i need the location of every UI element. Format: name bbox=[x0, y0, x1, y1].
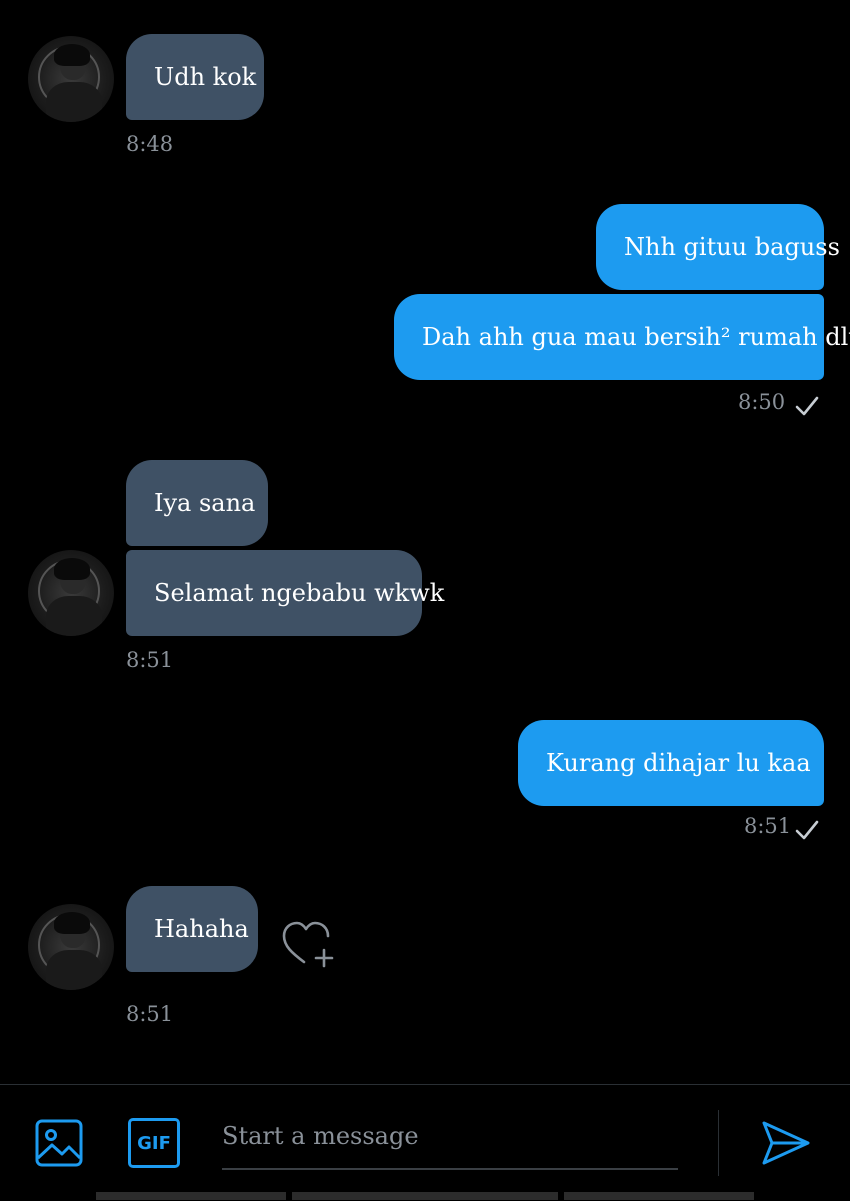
message-bubble-outgoing[interactable]: Kurang dihajar lu kaa bbox=[518, 720, 824, 806]
message-timestamp: 8:51 bbox=[126, 1002, 174, 1026]
checkmark-icon bbox=[795, 396, 819, 416]
checkmark-icon bbox=[795, 820, 819, 840]
message-bubble-incoming[interactable]: Udh kok bbox=[126, 34, 264, 120]
composer-divider bbox=[718, 1110, 719, 1176]
system-nav-bar-segment bbox=[564, 1192, 754, 1200]
message-timestamp: 8:50 bbox=[738, 390, 786, 414]
message-bubble-incoming[interactable]: Selamat ngebabu wkwk bbox=[126, 550, 444, 636]
avatar-hair bbox=[54, 44, 90, 66]
message-timestamp: 8:51 bbox=[126, 648, 174, 672]
message-timestamp: 8:48 bbox=[126, 132, 174, 156]
avatar[interactable] bbox=[28, 904, 114, 990]
avatar[interactable] bbox=[28, 550, 114, 636]
system-nav-bar-segment bbox=[96, 1192, 286, 1200]
send-icon[interactable] bbox=[760, 1118, 812, 1168]
system-nav-bar-segment bbox=[292, 1192, 558, 1200]
message-bubble-outgoing[interactable]: Nhh gituu baguss bbox=[596, 204, 840, 290]
avatar-body bbox=[46, 596, 102, 636]
heart-add-icon[interactable] bbox=[280, 918, 336, 970]
message-input[interactable] bbox=[222, 1110, 678, 1162]
gif-icon: GIF bbox=[137, 1132, 171, 1154]
message-input-container bbox=[222, 1110, 678, 1170]
avatar[interactable] bbox=[28, 36, 114, 122]
message-timestamp: 8:51 bbox=[744, 814, 792, 838]
avatar-hair bbox=[54, 912, 90, 934]
avatar-body bbox=[46, 82, 102, 122]
avatar-hair bbox=[54, 558, 90, 580]
gif-button[interactable]: GIF bbox=[128, 1118, 180, 1168]
message-bubble-incoming[interactable]: Iya sana bbox=[126, 460, 268, 546]
image-icon[interactable] bbox=[34, 1118, 84, 1168]
avatar-body bbox=[46, 950, 102, 990]
message-bubble-outgoing[interactable]: Dah ahh gua mau bersih² rumah dluu bbox=[394, 294, 850, 380]
message-bubble-incoming[interactable]: Hahaha bbox=[126, 886, 258, 972]
